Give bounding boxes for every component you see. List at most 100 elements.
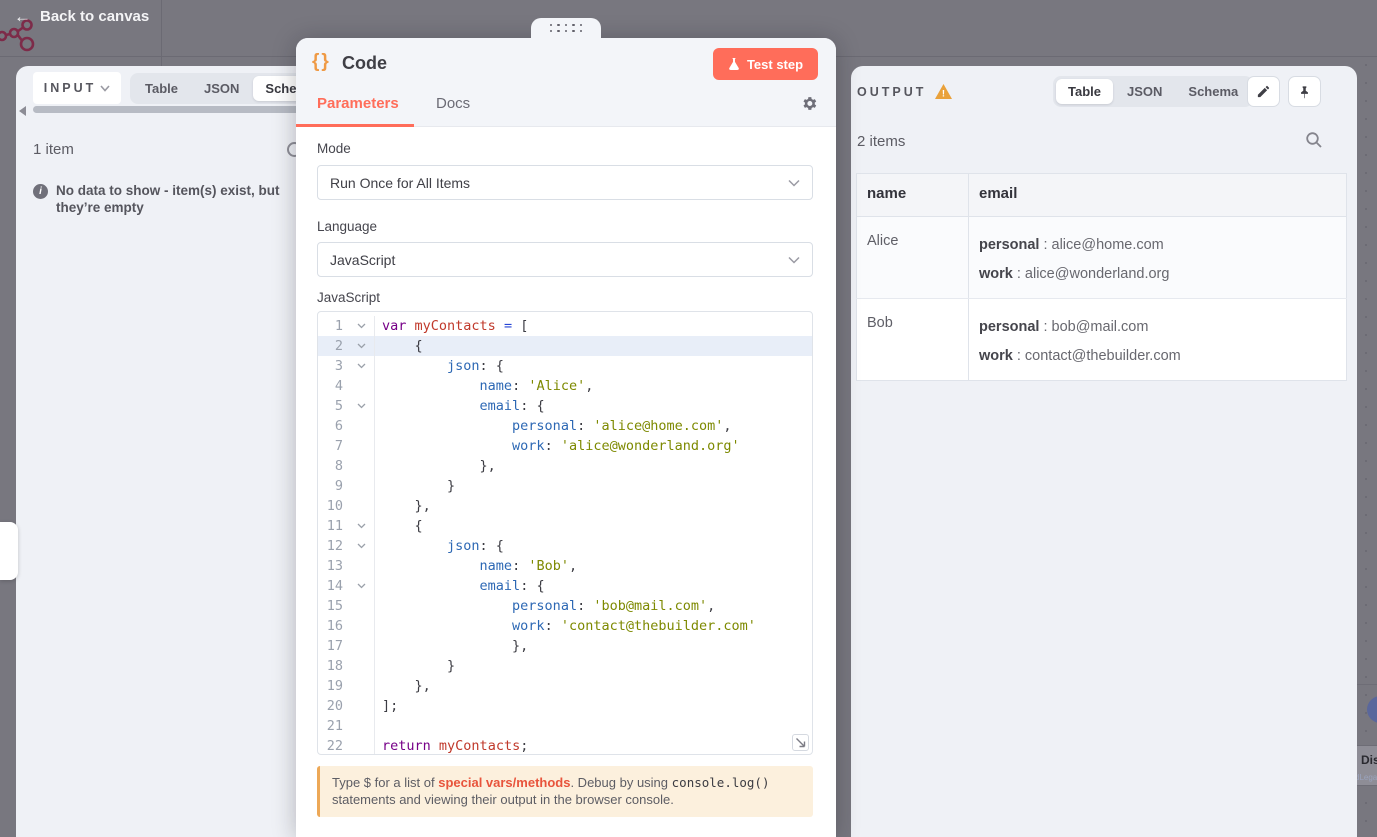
cell-name: Bob	[867, 315, 893, 331]
code-text: }	[382, 478, 456, 494]
line-number: 21	[326, 718, 343, 734]
fold-gutter	[349, 416, 375, 436]
code-text: var myContacts = [	[382, 318, 529, 334]
code-line: 19 },	[318, 676, 812, 696]
tab-json[interactable]: JSON	[192, 76, 251, 101]
search-icon[interactable]	[1305, 131, 1323, 149]
tab-parameters[interactable]: Parameters	[317, 95, 399, 112]
fold-chevron-icon[interactable]	[349, 356, 375, 376]
line-number: 18	[326, 658, 343, 674]
node-title: Code	[342, 53, 387, 73]
tab-table[interactable]: Table	[133, 76, 190, 101]
line-number: 3	[334, 358, 343, 374]
code-text: json: {	[447, 538, 504, 554]
code-text: work: 'contact@thebuilder.com'	[512, 618, 756, 634]
output-view-tabs: Table JSON Schema	[1053, 76, 1254, 107]
mode-select[interactable]: Run Once for All Items	[317, 165, 813, 200]
code-text: email: {	[479, 578, 545, 594]
output-table: name email Alice personal : alice@home.com w…	[856, 173, 1347, 381]
line-number: 6	[334, 418, 343, 434]
input-source-dropdown[interactable]: INPUT	[33, 72, 121, 104]
output-panel-title: OUTPUT	[857, 84, 927, 99]
language-label: Language	[317, 219, 378, 234]
scroll-left-icon[interactable]	[19, 106, 26, 116]
code-line: 1 var myContacts = [	[318, 316, 812, 336]
modal-drag-handle[interactable]	[531, 18, 601, 38]
edit-output-button[interactable]	[1247, 76, 1280, 107]
code-text: json: {	[447, 358, 504, 374]
line-number: 1	[334, 318, 343, 334]
pin-output-button[interactable]	[1288, 76, 1321, 107]
back-arrow-icon: ←	[14, 7, 31, 26]
fold-chevron-icon[interactable]	[349, 316, 375, 336]
line-number: 12	[326, 538, 343, 554]
canvas-fragment-text: Dis	[1361, 753, 1377, 767]
input-panel-drag-handle[interactable]	[0, 522, 18, 580]
chevron-down-icon	[788, 179, 800, 187]
info-icon: i	[33, 184, 48, 199]
line-number: 16	[326, 618, 343, 634]
fold-chevron-icon[interactable]	[349, 396, 375, 416]
line-number: 13	[326, 558, 343, 574]
table-row: Bob personal : bob@mail.com work : contact…	[857, 298, 1347, 381]
fold-chevron-icon[interactable]	[349, 576, 375, 596]
cell-email: personal : bob@mail.com work : contact@th…	[968, 298, 1347, 381]
code-text: work: 'alice@wonderland.org'	[512, 438, 740, 454]
code-line: 14 email: {	[318, 576, 812, 596]
fold-gutter	[349, 596, 375, 616]
code-text: ];	[382, 698, 399, 714]
code-text: name: 'Alice',	[479, 378, 594, 394]
back-to-canvas-button[interactable]: ← Back to canvas	[14, 8, 149, 25]
fold-chevron-icon[interactable]	[349, 336, 375, 356]
code-text: },	[382, 458, 496, 474]
test-step-button[interactable]: Test step	[713, 48, 818, 80]
code-line: 18 }	[318, 656, 812, 676]
gear-icon[interactable]	[801, 95, 818, 112]
test-step-label: Test step	[746, 56, 804, 72]
chevron-down-icon	[788, 256, 800, 264]
line-number: 17	[326, 638, 343, 654]
fold-chevron-icon[interactable]	[349, 516, 375, 536]
code-text: },	[382, 678, 431, 694]
editor-resize-handle[interactable]	[792, 734, 809, 751]
input-items-count: 1 item	[33, 141, 74, 158]
fold-gutter	[349, 556, 375, 576]
modal-header: {} Code Test step Parameters Docs	[296, 38, 836, 127]
code-line: 16 work: 'contact@thebuilder.com'	[318, 616, 812, 636]
fold-gutter	[349, 436, 375, 456]
tab-table[interactable]: Table	[1056, 79, 1113, 104]
special-vars-link[interactable]: special vars/methods	[438, 775, 570, 790]
line-number: 15	[326, 598, 343, 614]
tab-docs[interactable]: Docs	[436, 95, 470, 112]
language-select[interactable]: JavaScript	[317, 242, 813, 277]
code-text: },	[382, 638, 529, 654]
code-editor[interactable]: 1 var myContacts = [2 {3 json: {4 name: '…	[317, 311, 813, 755]
fold-gutter	[349, 736, 375, 754]
code-text: personal: 'alice@home.com',	[512, 418, 732, 434]
sidebar-divider	[161, 0, 162, 66]
line-number: 8	[334, 458, 343, 474]
line-number: 22	[326, 738, 343, 754]
line-number: 10	[326, 498, 343, 514]
editor-hint-box: Type $ for a list of special vars/method…	[317, 766, 813, 817]
code-line: 5 email: {	[318, 396, 812, 416]
code-line: 10 },	[318, 496, 812, 516]
code-text: personal: 'bob@mail.com',	[512, 598, 716, 614]
tab-json[interactable]: JSON	[1115, 79, 1174, 104]
fold-gutter	[349, 696, 375, 716]
fold-gutter	[349, 676, 375, 696]
pencil-icon	[1257, 85, 1270, 98]
tab-schema[interactable]: Schema	[1176, 79, 1250, 104]
editor-label: JavaScript	[317, 290, 381, 305]
fold-gutter	[349, 456, 375, 476]
canvas-fragment-circle	[1367, 696, 1377, 723]
code-text: {	[382, 338, 423, 354]
chevron-down-icon	[100, 84, 110, 92]
fold-chevron-icon[interactable]	[349, 536, 375, 556]
code-line: 15 personal: 'bob@mail.com',	[318, 596, 812, 616]
hint-prefix: Type $ for a list of	[332, 775, 439, 790]
hint-suffix: statements and viewing their output in t…	[332, 791, 674, 807]
active-tab-underline	[296, 124, 414, 127]
line-number: 9	[334, 478, 343, 494]
